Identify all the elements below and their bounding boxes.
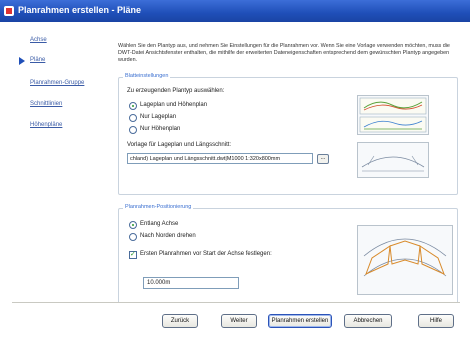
title-bar: Planrahmen erstellen - Pläne bbox=[0, 0, 470, 22]
create-frames-button[interactable]: Planrahmen erstellen bbox=[268, 314, 332, 328]
positioning-group: Planrahmen-Positionierung Entlang Achse … bbox=[118, 204, 458, 306]
cancel-button[interactable]: Abbrechen bbox=[344, 314, 392, 328]
help-button[interactable]: Hilfe bbox=[418, 314, 454, 328]
positioning-preview bbox=[357, 225, 453, 295]
app-icon bbox=[4, 6, 14, 16]
first-frame-checkbox-label: Ersten Planrahmen vor Start der Achse fe… bbox=[140, 251, 272, 257]
plan-type-prompt: Zu erzeugenden Plantyp auswählen: bbox=[127, 88, 225, 94]
positioning-label: Planrahmen-Positionierung bbox=[123, 204, 194, 210]
sheet-settings-group: Blatteinstellungen Zu erzeugenden Planty… bbox=[118, 73, 458, 195]
radio-label-nur-hoehenplan: Nur Höhenplan bbox=[140, 126, 181, 132]
intro-text: Wählen Sie den Plantyp aus, und nehmen S… bbox=[118, 43, 450, 63]
radio-nur-hoehenplan[interactable] bbox=[129, 126, 137, 134]
nav-item-schnittlinien[interactable]: Schnittlinien bbox=[30, 101, 62, 107]
profile-preview bbox=[357, 142, 429, 178]
radio-nur-lageplan[interactable] bbox=[129, 114, 137, 122]
plan-profile-preview-image bbox=[359, 97, 427, 133]
next-button[interactable]: Weiter bbox=[221, 314, 257, 328]
radio-nach-norden[interactable] bbox=[129, 233, 137, 241]
radio-label-lageplan-hoehenplan: Lageplan und Höhenplan bbox=[140, 102, 208, 108]
radio-entlang-achse[interactable] bbox=[129, 221, 137, 229]
distance-input[interactable]: 10.000m bbox=[143, 277, 239, 289]
template-field[interactable]: chland) Lageplan und Längsschnitt.dwt|M1… bbox=[127, 153, 313, 164]
radio-label-nur-lageplan: Nur Lageplan bbox=[140, 114, 177, 120]
button-bar-divider bbox=[12, 302, 460, 303]
nav-item-plaene[interactable]: Pläne bbox=[30, 57, 45, 63]
current-step-arrow-icon bbox=[19, 57, 25, 65]
plan-profile-preview bbox=[357, 95, 429, 135]
nav-item-achse[interactable]: Achse bbox=[30, 37, 47, 43]
positioning-preview-image bbox=[363, 238, 447, 277]
radio-label-nach-norden: Nach Norden drehen bbox=[140, 233, 196, 239]
wizard-nav: Achse Pläne Planrahmen-Gruppe Schnittlin… bbox=[0, 22, 98, 302]
template-label: Vorlage für Lageplan und Längsschnitt: bbox=[127, 142, 232, 148]
nav-item-planrahmen-gruppe[interactable]: Planrahmen-Gruppe bbox=[30, 80, 84, 86]
profile-preview-image bbox=[361, 155, 425, 172]
radio-lageplan-hoehenplan[interactable] bbox=[129, 102, 137, 110]
sheet-settings-label: Blatteinstellungen bbox=[123, 73, 171, 79]
nav-item-hoehenplaene[interactable]: Höhenpläne bbox=[30, 122, 62, 128]
window-title: Planrahmen erstellen - Pläne bbox=[18, 5, 142, 15]
first-frame-checkbox[interactable] bbox=[129, 250, 137, 259]
template-browse-button[interactable]: ... bbox=[317, 154, 329, 164]
radio-label-entlang-achse: Entlang Achse bbox=[140, 221, 179, 227]
content-panel: Wählen Sie den Plantyp aus, und nehmen S… bbox=[100, 22, 470, 312]
back-button[interactable]: Zurück bbox=[162, 314, 198, 328]
